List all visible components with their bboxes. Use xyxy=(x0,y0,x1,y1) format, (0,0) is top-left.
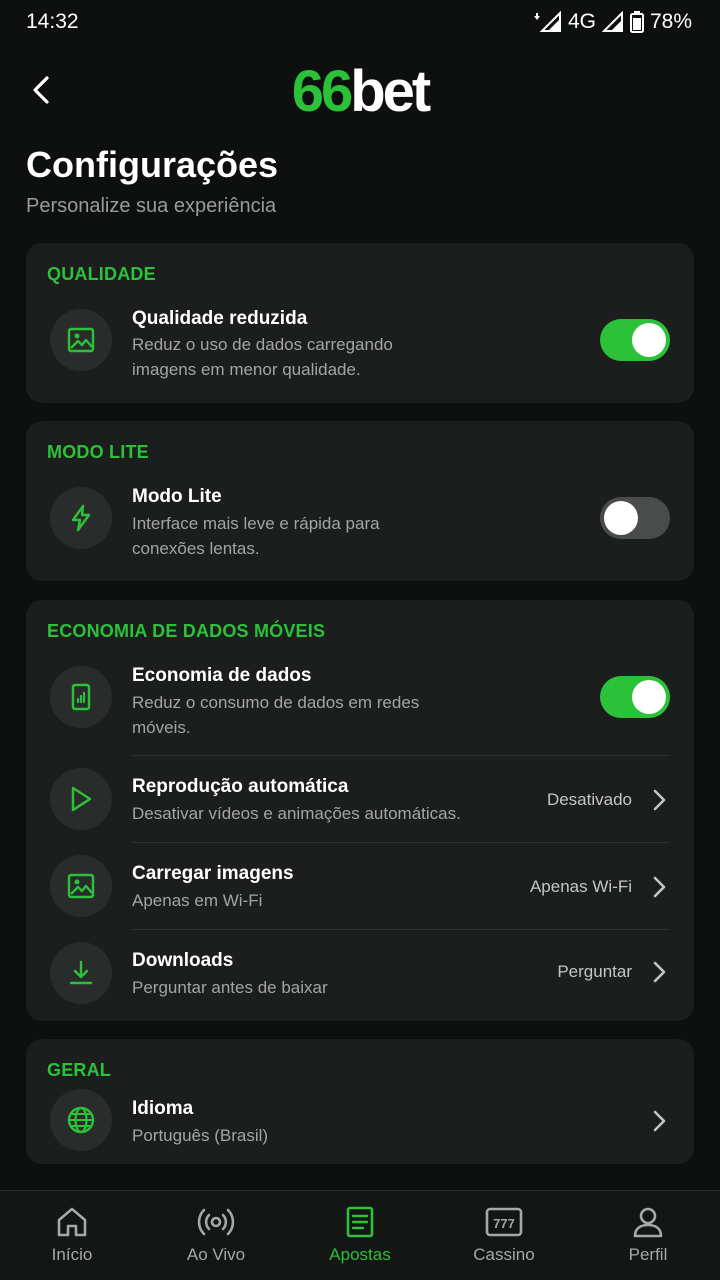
icon-circle xyxy=(50,309,112,371)
nav-label: Apostas xyxy=(329,1245,391,1264)
nav-label: Perfil xyxy=(628,1245,668,1264)
downloads-value: Perguntar xyxy=(557,962,632,981)
divider xyxy=(132,755,670,756)
lite-mode-toggle[interactable] xyxy=(600,497,670,539)
general-card: GERAL Idioma Português (Brasil) xyxy=(26,1039,694,1164)
page-title: Configurações xyxy=(26,144,279,185)
icon-circle xyxy=(50,942,112,1004)
autoplay-row[interactable]: Reprodução automática Desativar vídeos e… xyxy=(26,764,694,844)
signal-strength-icon xyxy=(601,11,623,32)
image-icon xyxy=(67,873,95,899)
chevron-right-icon xyxy=(653,961,666,983)
lightning-icon xyxy=(71,504,91,532)
data-saver-toggle[interactable] xyxy=(600,676,670,718)
page-subtitle: Personalize sua experiência xyxy=(26,195,277,217)
row-description: Desativar vídeos e animações automáticas… xyxy=(132,804,461,823)
image-icon xyxy=(67,327,95,353)
load-images-value: Apenas Wi-Fi xyxy=(529,877,632,896)
logo-number: 66 xyxy=(291,59,353,124)
live-icon xyxy=(197,1208,235,1236)
divider xyxy=(132,929,670,930)
logo-word: bet xyxy=(350,59,431,124)
slot-machine-icon: 777 xyxy=(485,1207,523,1237)
row-description: Reduz o uso de dados carregando imagens … xyxy=(132,335,393,379)
section-title-data: ECONOMIA DE DADOS MÓVEIS xyxy=(47,621,326,641)
mobile-data-icon xyxy=(71,683,91,711)
nav-label: Ao Vivo xyxy=(186,1245,246,1264)
row-description: Português (Brasil) xyxy=(132,1126,269,1145)
language-row[interactable]: Idioma Português (Brasil) xyxy=(26,1089,694,1164)
nav-item-profile[interactable]: Perfil xyxy=(576,1191,720,1280)
chevron-right-icon xyxy=(653,876,666,898)
profile-icon xyxy=(633,1207,663,1238)
brand-logo: 66bet xyxy=(0,60,720,124)
autoplay-icon xyxy=(71,786,92,812)
status-bar: 14:32 4G 78% xyxy=(0,0,720,44)
downloads-row[interactable]: Downloads Perguntar antes de baixar Perg… xyxy=(26,938,694,1018)
icon-circle xyxy=(50,487,112,549)
reduced-quality-toggle[interactable] xyxy=(600,319,670,361)
icon-circle xyxy=(50,1089,112,1151)
toggle-knob xyxy=(632,323,666,357)
autoplay-value: Desativado xyxy=(546,790,632,809)
row-description: Perguntar antes de baixar xyxy=(132,978,328,997)
row-title: Qualidade reduzida xyxy=(132,308,308,329)
network-type: 4G xyxy=(567,10,596,33)
nav-label: Início xyxy=(51,1245,93,1264)
toggle-knob xyxy=(604,501,638,535)
row-title: Economia de dados xyxy=(132,665,312,686)
chevron-right-icon xyxy=(653,789,666,811)
status-icons: 4G 78% xyxy=(532,10,692,34)
data-saver-row[interactable]: Economia de dados Reduz o consumo de dad… xyxy=(26,662,694,754)
row-title: Carregar imagens xyxy=(132,863,294,884)
status-time: 14:32 xyxy=(26,10,79,33)
globe-icon xyxy=(67,1106,95,1134)
row-description: Reduz o consumo de dados em redes móveis… xyxy=(132,693,420,737)
battery-icon xyxy=(629,11,644,33)
row-description: Interface mais leve e rápida para conexõ… xyxy=(132,514,380,558)
section-title-general: GERAL xyxy=(47,1060,111,1080)
row-title: Reprodução automática xyxy=(132,776,349,797)
row-title: Downloads xyxy=(132,950,234,971)
icon-circle xyxy=(50,666,112,728)
bets-icon xyxy=(346,1206,374,1238)
divider xyxy=(132,842,670,843)
svg-text:777: 777 xyxy=(493,1216,515,1231)
row-title: Modo Lite xyxy=(132,486,222,507)
row-title: Idioma xyxy=(132,1098,194,1119)
nav-item-casino[interactable]: 777 Cassino xyxy=(432,1191,576,1280)
chevron-right-icon xyxy=(653,1110,666,1132)
icon-circle xyxy=(50,855,112,917)
row-description: Apenas em Wi-Fi xyxy=(132,891,263,910)
section-title-lite: MODO LITE xyxy=(47,442,149,462)
lite-mode-card: MODO LITE Modo Lite Interface mais leve … xyxy=(26,421,694,581)
bottom-navigation: Início Ao Vivo Apostas 777 Cassino Perfi… xyxy=(0,1190,720,1280)
nav-label: Cassino xyxy=(473,1245,535,1264)
nav-item-live[interactable]: Ao Vivo xyxy=(144,1191,288,1280)
nav-item-home[interactable]: Início xyxy=(0,1191,144,1280)
nav-item-bets[interactable]: Apostas xyxy=(288,1191,432,1280)
load-images-row[interactable]: Carregar imagens Apenas em Wi-Fi Apenas … xyxy=(26,851,694,931)
home-icon xyxy=(57,1207,87,1237)
download-icon xyxy=(69,960,93,985)
app-header: 66bet xyxy=(0,56,720,128)
battery-level: 78% xyxy=(649,10,692,33)
lite-mode-row[interactable]: Modo Lite Interface mais leve e rápida p… xyxy=(26,483,694,573)
reduced-quality-row[interactable]: Qualidade reduzida Reduz o uso de dados … xyxy=(26,303,694,393)
icon-circle xyxy=(50,768,112,830)
toggle-knob xyxy=(632,680,666,714)
data-saving-card: ECONOMIA DE DADOS MÓVEIS Economia de dad… xyxy=(26,600,694,1021)
section-title-quality: QUALIDADE xyxy=(47,264,156,284)
signal-icon xyxy=(533,11,561,32)
quality-card: QUALIDADE Qualidade reduzida Reduz o uso… xyxy=(26,243,694,403)
